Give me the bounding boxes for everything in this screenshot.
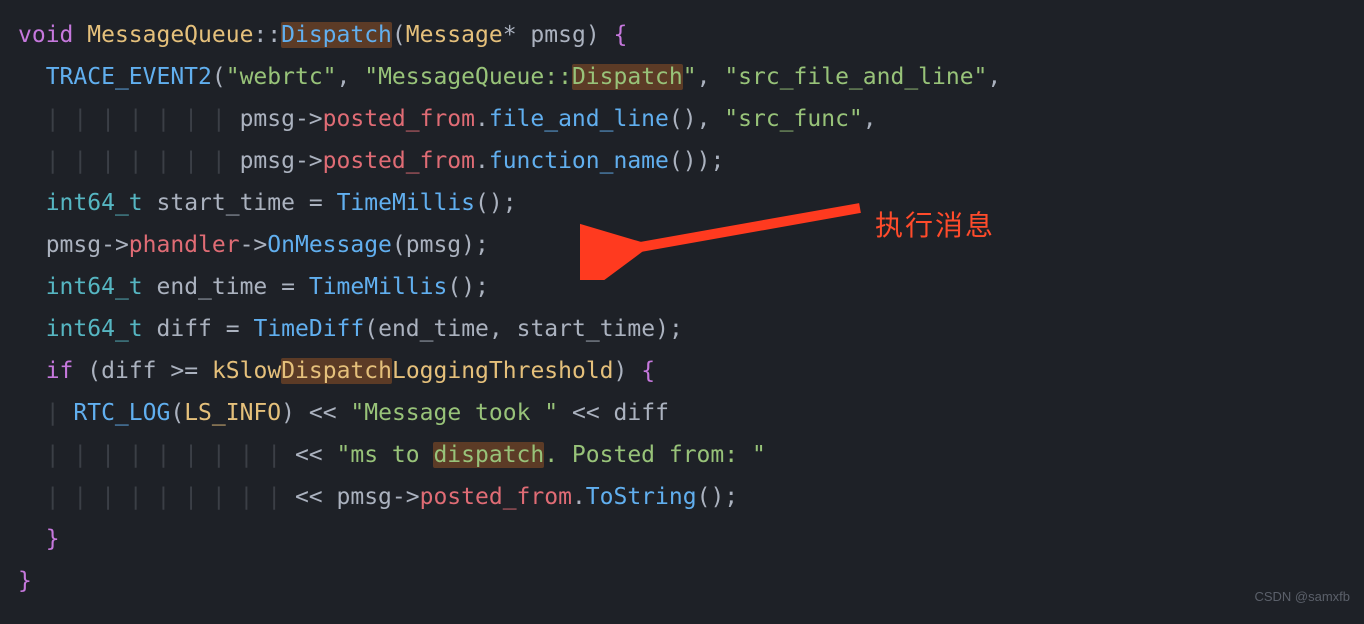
code-line: | RTC_LOG(LS_INFO) << "Message took " <<…	[18, 400, 669, 426]
watermark: CSDN @samxfb	[1254, 576, 1350, 618]
code-line: | | | | | | | | | << "ms to dispatch. Po…	[18, 442, 766, 468]
code-line: | | | | | | | pmsg->posted_from.file_and…	[18, 106, 877, 132]
code-line: TRACE_EVENT2("webrtc", "MessageQueue::Di…	[18, 64, 1001, 90]
code-line: }	[18, 526, 60, 552]
code-line: if (diff >= kSlowDispatchLoggingThreshol…	[18, 358, 655, 384]
code-line: void MessageQueue::Dispatch(Message* pms…	[18, 22, 627, 48]
code-line: }	[18, 568, 32, 594]
code-line: | | | | | | | | | << pmsg->posted_from.T…	[18, 484, 738, 510]
code-line: int64_t diff = TimeDiff(end_time, start_…	[18, 316, 683, 342]
annotation-label: 执行消息	[875, 205, 995, 247]
code-line: | | | | | | | pmsg->posted_from.function…	[18, 148, 724, 174]
code-line: int64_t end_time = TimeMillis();	[18, 274, 489, 300]
code-line: pmsg->phandler->OnMessage(pmsg);	[18, 232, 489, 258]
code-line: int64_t start_time = TimeMillis();	[18, 190, 517, 216]
code-block: void MessageQueue::Dispatch(Message* pms…	[0, 0, 1364, 602]
